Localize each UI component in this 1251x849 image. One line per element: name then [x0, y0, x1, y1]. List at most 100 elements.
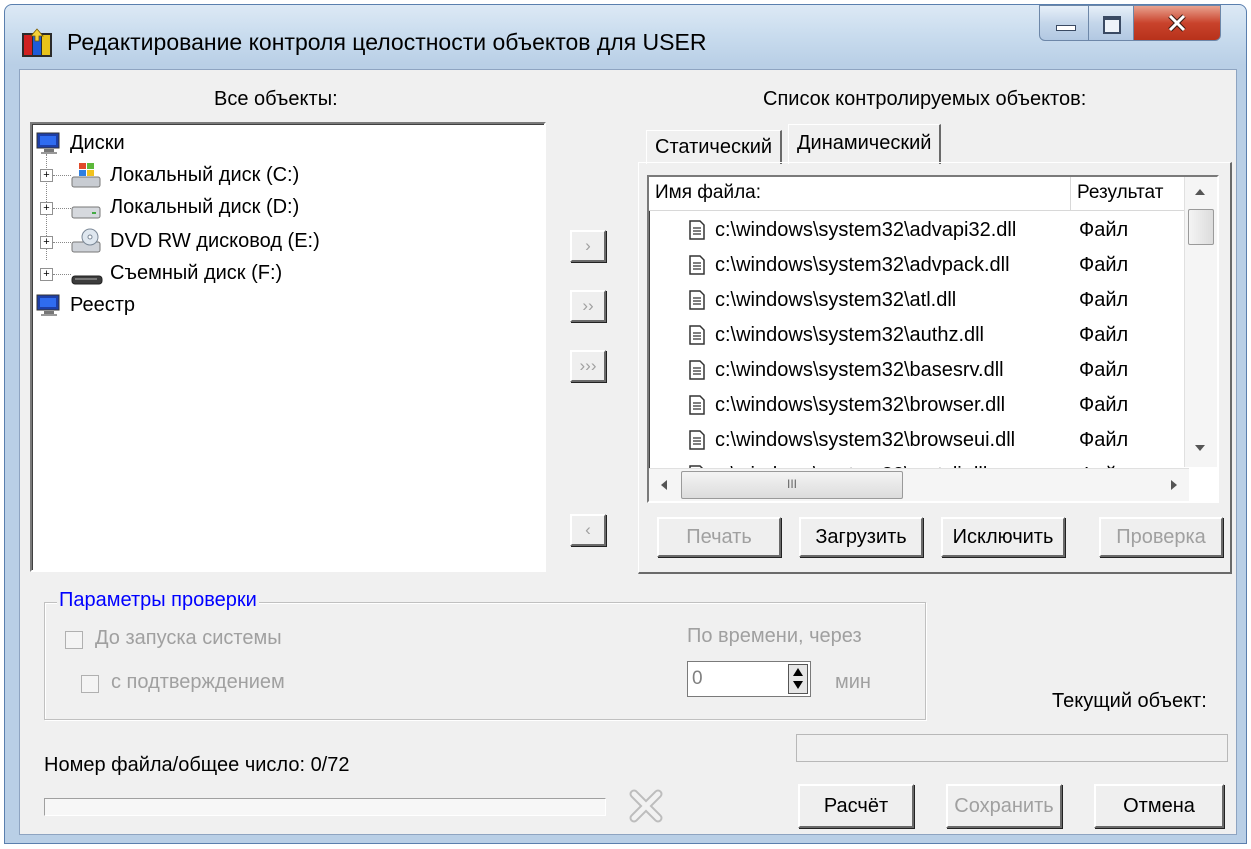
file-name-cell: c:\windows\system32\browser.dll [715, 394, 1006, 416]
maximize-icon [1103, 16, 1121, 34]
check-button[interactable]: Проверка [1099, 517, 1223, 557]
progress-bar [44, 798, 606, 816]
scroll-up-arrow-icon[interactable] [1195, 189, 1205, 195]
tab-static[interactable]: Статический [646, 130, 783, 164]
with-confirmation-checkbox[interactable] [81, 675, 99, 693]
file-name-cell: c:\windows\system32\atl.dll [715, 289, 957, 311]
tree-guide-line [53, 242, 71, 243]
result-cell: Файл [1079, 324, 1129, 346]
stop-button[interactable] [626, 786, 666, 826]
objects-tree[interactable]: Диски + Локальный диск (C:) + Локальный … [30, 122, 546, 572]
tree-guide-line [53, 208, 71, 209]
scroll-thumb[interactable] [1188, 209, 1214, 245]
with-confirmation-label: с подтверждением [111, 671, 285, 693]
column-header-filename[interactable]: Имя файла: [649, 177, 1071, 211]
file-icon [689, 290, 705, 310]
close-button[interactable] [1133, 5, 1221, 41]
file-name-cell: c:\windows\system32\authz.dll [715, 324, 985, 346]
close-icon [1168, 14, 1186, 32]
by-time-label: По времени, через [687, 625, 862, 647]
app-icon [22, 28, 52, 57]
list-row[interactable]: c:\windows\system32\basesrv.dll Файл [649, 353, 1189, 388]
list-row[interactable]: c:\windows\system32\browser.dll Файл [649, 388, 1189, 423]
exclude-button[interactable]: Исключить [941, 517, 1065, 557]
scroll-down-arrow-icon[interactable] [1195, 445, 1205, 451]
dvd-drive-icon [71, 228, 101, 253]
column-header-result[interactable]: Результат [1071, 177, 1191, 211]
spin-buttons[interactable] [788, 664, 808, 694]
list-row[interactable]: c:\windows\system32\advapi32.dll Файл [649, 213, 1189, 248]
maximize-button[interactable] [1088, 5, 1134, 41]
file-name-cell: c:\windows\system32\browseui.dll [715, 429, 1016, 451]
list-row[interactable]: c:\windows\system32\browseui.dll Файл [649, 423, 1189, 458]
scroll-thumb[interactable]: III [681, 471, 903, 499]
file-icon [689, 395, 705, 415]
all-objects-label: Все объекты: [214, 88, 338, 110]
cancel-button[interactable]: Отмена [1094, 784, 1224, 828]
tree-node-registry[interactable]: Реестр [34, 290, 135, 320]
tree-node-disks[interactable]: Диски [34, 128, 125, 158]
file-icon [689, 430, 705, 450]
minimize-icon [1056, 25, 1076, 31]
expand-toggle[interactable]: + [40, 169, 53, 182]
window-title: Редактирование контроля целостности объе… [67, 29, 707, 55]
add-multiple-button[interactable]: ›› [570, 290, 606, 322]
calculate-button[interactable]: Расчёт [798, 784, 914, 828]
file-counter-value: 0/72 [310, 754, 350, 776]
file-icon [689, 325, 705, 345]
tree-node-drive-c[interactable]: Локальный диск (C:) [70, 160, 299, 190]
tree-node-label: Локальный диск (C:) [110, 163, 300, 186]
tree-node-drive-d[interactable]: Локальный диск (D:) [70, 192, 299, 222]
scroll-left-arrow-icon[interactable] [661, 480, 667, 490]
expand-toggle[interactable]: + [40, 268, 53, 281]
add-all-button[interactable]: ››› [570, 350, 606, 382]
spin-down-icon[interactable] [793, 681, 803, 689]
tab-dynamic[interactable]: Динамический [788, 124, 942, 164]
expand-toggle[interactable]: + [40, 236, 53, 249]
tree-node-drive-e[interactable]: DVD RW дисковод (E:) [70, 226, 320, 256]
list-row[interactable]: c:\windows\system32\advpack.dll Файл [649, 248, 1189, 283]
add-selected-button[interactable]: › [570, 230, 606, 262]
before-start-checkbox[interactable] [65, 631, 83, 649]
monitored-objects-label: Список контролируемых объектов: [763, 88, 1087, 110]
current-object-label: Текущий объект: [1052, 690, 1207, 712]
file-icon [689, 360, 705, 380]
monitored-files-list[interactable]: Имя файла: Результат c:\windows\system32… [647, 175, 1219, 503]
result-cell: Файл [1079, 359, 1129, 381]
minimize-button[interactable] [1039, 5, 1089, 41]
removable-drive-icon [71, 275, 103, 285]
remove-selected-button[interactable]: ‹ [570, 514, 606, 546]
file-name-cell: c:\windows\system32\basesrv.dll [715, 359, 1004, 381]
computer-icon [36, 132, 60, 154]
file-icon [689, 220, 705, 240]
scroll-right-arrow-icon[interactable] [1171, 480, 1177, 490]
dialog-client-area: Все объекты: Список контролируемых объек… [19, 69, 1237, 835]
result-cell: Файл [1079, 394, 1129, 416]
minutes-unit-label: мин [835, 671, 871, 693]
tree-node-drive-f[interactable]: Съемный диск (F:) [70, 258, 282, 288]
list-row[interactable]: c:\windows\system32\atl.dll Файл [649, 283, 1189, 318]
result-cell: Файл [1079, 289, 1129, 311]
expand-toggle[interactable]: + [40, 202, 53, 215]
file-name-cell: c:\windows\system32\advpack.dll [715, 254, 1010, 276]
current-object-field [796, 734, 1228, 762]
vertical-scrollbar[interactable] [1184, 177, 1217, 467]
title-bar[interactable]: Редактирование контроля целостности объе… [5, 5, 1246, 69]
result-cell: Файл [1079, 254, 1129, 276]
file-counter-label: Номер файла/общее число: [44, 754, 305, 776]
group-title: Параметры проверки [57, 589, 259, 612]
spin-up-icon[interactable] [793, 668, 803, 676]
tab-panel: Имя файла: Результат c:\windows\system32… [638, 162, 1232, 574]
computer-icon [36, 294, 60, 316]
tree-node-label: DVD RW дисковод (E:) [110, 229, 320, 252]
list-row[interactable]: c:\windows\system32\authz.dll Файл [649, 318, 1189, 353]
minutes-spinbox[interactable]: 0 [687, 661, 811, 697]
file-icon [689, 255, 705, 275]
tree-node-label: Съемный диск (F:) [110, 261, 283, 284]
tree-node-label: Диски [70, 131, 125, 154]
print-button[interactable]: Печать [657, 517, 781, 557]
load-button[interactable]: Загрузить [799, 517, 923, 557]
tree-guide-line [53, 274, 71, 275]
save-button[interactable]: Сохранить [946, 784, 1062, 828]
horizontal-scrollbar[interactable]: III [649, 468, 1189, 501]
